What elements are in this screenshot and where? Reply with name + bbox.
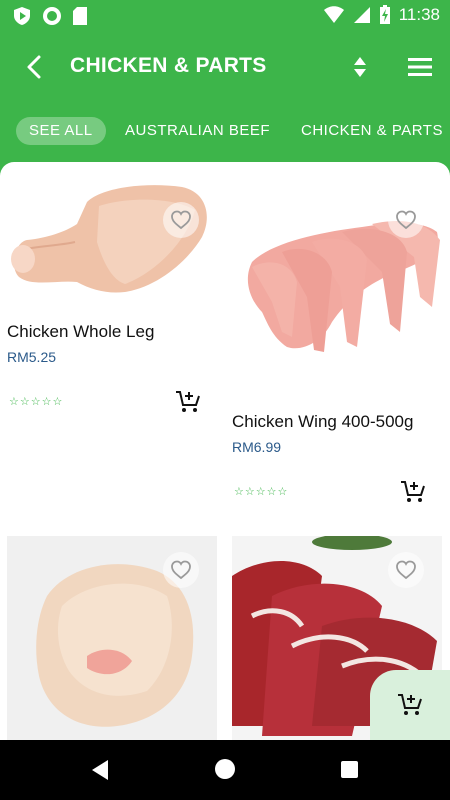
star-icon: ☆ — [277, 485, 288, 498]
tab-australian-beef[interactable]: AUSTRALIAN BEEF — [125, 117, 270, 145]
favorite-button[interactable] — [388, 552, 424, 588]
star-icon: ☆ — [41, 395, 52, 408]
star-icon: ☆ — [19, 395, 30, 408]
product-card[interactable]: Chicken Wing 400-500g RM6.99 ☆ ☆ ☆ ☆ ☆ — [232, 162, 442, 512]
tab-see-all[interactable]: SEE ALL — [16, 117, 106, 145]
nav-home-button[interactable] — [215, 759, 235, 779]
favorite-button[interactable] — [163, 552, 199, 588]
star-icon: ☆ — [266, 485, 277, 498]
back-button[interactable] — [20, 52, 50, 82]
battery-charging-icon — [379, 5, 390, 24]
add-to-cart-button[interactable] — [175, 390, 201, 414]
shield-play-icon — [14, 7, 30, 25]
product-grid: Chicken Whole Leg RM5.25 ☆ ☆ ☆ ☆ ☆ Chick… — [0, 162, 450, 740]
wifi-icon — [323, 6, 344, 23]
floating-cart-button[interactable] — [370, 670, 450, 740]
heart-outline-icon — [171, 560, 191, 580]
star-icon: ☆ — [234, 485, 244, 498]
system-nav-bar — [0, 740, 450, 800]
page-title: CHICKEN & PARTS — [70, 54, 267, 77]
star-icon: ☆ — [30, 395, 41, 408]
back-arrow-icon — [27, 55, 41, 79]
star-icon: ☆ — [244, 485, 255, 498]
nav-back-icon[interactable] — [90, 759, 110, 781]
sort-icon — [354, 57, 366, 77]
hamburger-menu-icon — [408, 58, 432, 76]
favorite-button[interactable] — [388, 202, 424, 238]
product-name: Chicken Whole Leg — [7, 322, 155, 341]
product-name: Chicken Wing 400-500g — [232, 412, 414, 431]
tab-chicken-parts[interactable]: CHICKEN & PARTS — [301, 117, 443, 145]
add-to-cart-icon — [176, 391, 200, 412]
app-bar: CHICKEN & PARTS — [0, 32, 450, 100]
category-tabs: SEE ALL AUSTRALIAN BEEF CHICKEN & PARTS — [0, 100, 450, 162]
add-to-cart-icon — [401, 481, 425, 502]
rating-stars: ☆ ☆ ☆ ☆ ☆ — [9, 396, 62, 407]
status-bar: 11:38 — [0, 0, 450, 32]
star-icon: ☆ — [52, 395, 63, 408]
heart-outline-icon — [396, 560, 416, 580]
clock: 11:38 — [398, 5, 440, 24]
heart-outline-icon — [396, 210, 416, 230]
star-icon: ☆ — [9, 395, 19, 408]
add-to-cart-icon — [398, 694, 422, 715]
add-to-cart-button[interactable] — [400, 480, 426, 504]
product-card[interactable] — [7, 536, 217, 740]
product-price: RM6.99 — [232, 439, 282, 455]
rating-stars: ☆ ☆ ☆ ☆ ☆ — [234, 486, 287, 497]
menu-button[interactable] — [406, 54, 434, 80]
product-price: RM5.25 — [7, 349, 57, 365]
product-image — [247, 220, 440, 352]
star-icon: ☆ — [255, 485, 266, 498]
product-card[interactable]: Chicken Whole Leg RM5.25 ☆ ☆ ☆ ☆ ☆ — [7, 162, 217, 422]
sort-button[interactable] — [348, 54, 372, 80]
record-icon — [43, 7, 61, 25]
favorite-button[interactable] — [163, 202, 199, 238]
nav-recents-button[interactable] — [341, 761, 358, 778]
cell-signal-icon — [353, 7, 370, 23]
heart-outline-icon — [171, 210, 191, 230]
sd-card-icon — [73, 7, 87, 25]
